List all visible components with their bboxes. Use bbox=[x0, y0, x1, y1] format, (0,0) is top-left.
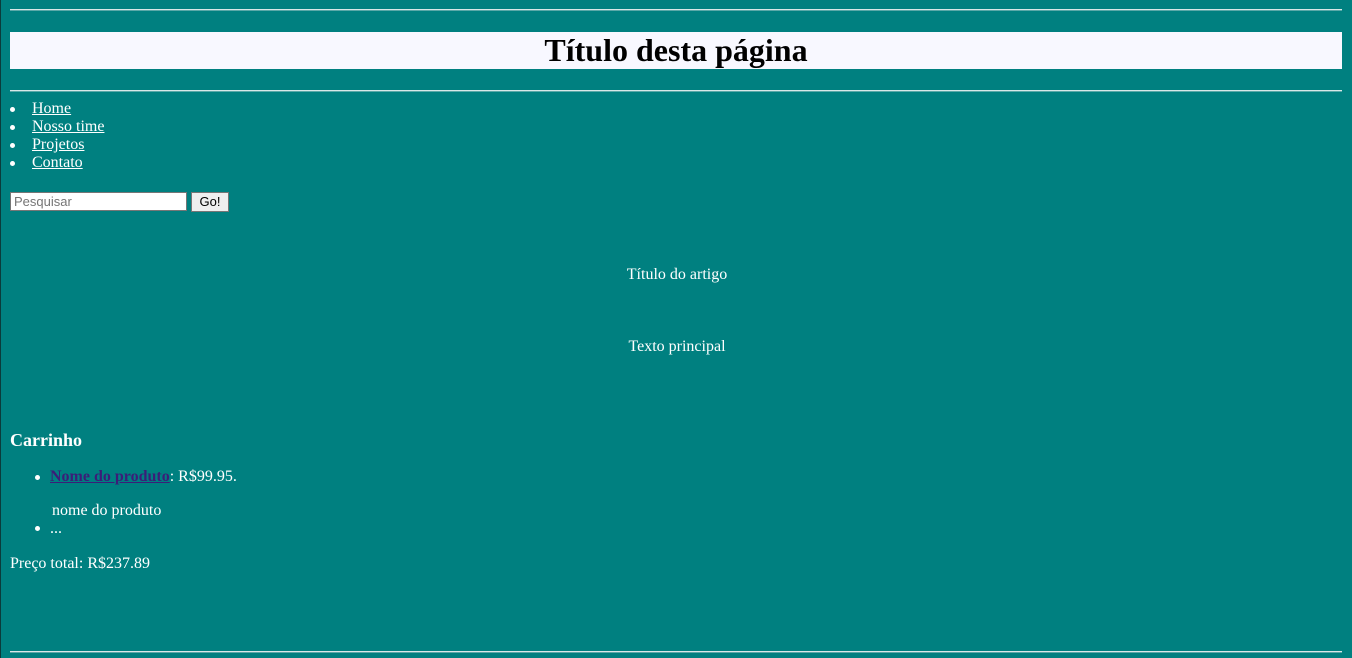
total-price: Preço total: R$237.89 bbox=[10, 555, 150, 572]
cart-list: Nome do produto: R$99.95. nome do produt… bbox=[10, 468, 237, 538]
product-price: : R$99.95. bbox=[169, 468, 237, 485]
nav-link-projetos[interactable]: Projetos bbox=[32, 136, 84, 153]
page-title: Título desta página bbox=[10, 32, 1342, 69]
article-title: Título do artigo bbox=[626, 266, 728, 283]
cart-item-line: Nome do produto: R$99.95. bbox=[50, 468, 237, 486]
header-divider bbox=[10, 90, 1342, 92]
article-body: Texto principal bbox=[628, 338, 726, 355]
nav-link-contato[interactable]: Contato bbox=[32, 154, 83, 171]
nav-item-contato: Contato bbox=[10, 154, 104, 172]
product-link[interactable]: Nome do produto bbox=[50, 468, 170, 485]
nav-link-home[interactable]: Home bbox=[32, 100, 71, 117]
footer-divider bbox=[10, 651, 1342, 653]
nav-item-projetos: Projetos bbox=[10, 136, 104, 154]
cart-item-ellipsis: ... bbox=[50, 520, 62, 537]
product-image-alt: nome do produto bbox=[52, 502, 162, 519]
nav-link-nosso-time[interactable]: Nosso time bbox=[32, 118, 104, 135]
cart-item: ... bbox=[10, 520, 237, 538]
cart-heading: Carrinho bbox=[10, 430, 82, 450]
cart-item: Nome do produto: R$99.95. nome do produt… bbox=[10, 468, 237, 554]
search-input[interactable] bbox=[10, 192, 187, 211]
nav-item-home: Home bbox=[10, 100, 104, 118]
search-button[interactable]: Go! bbox=[191, 192, 229, 212]
product-image: nome do produto bbox=[50, 502, 237, 520]
top-divider bbox=[10, 9, 1342, 11]
main-nav: Home Nosso time Projetos Contato bbox=[10, 100, 104, 172]
nav-item-nosso-time: Nosso time bbox=[10, 118, 104, 136]
